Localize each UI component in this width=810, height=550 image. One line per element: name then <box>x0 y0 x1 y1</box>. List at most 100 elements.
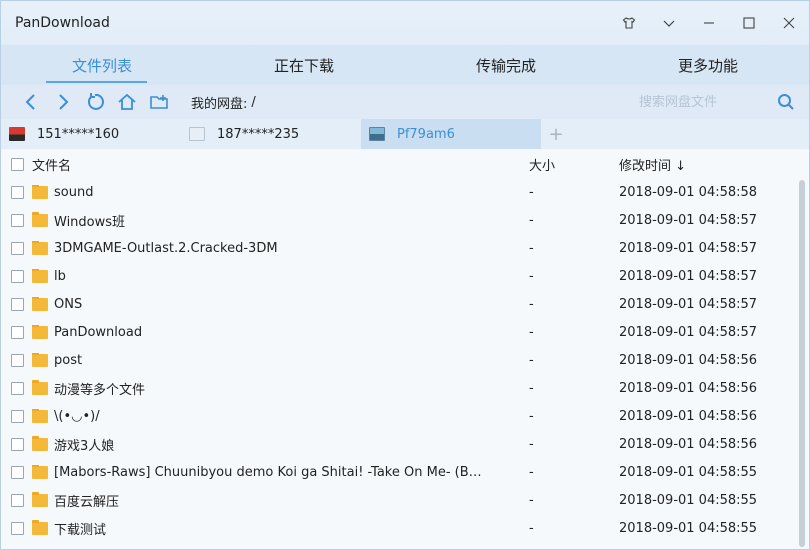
account-bar: 151*****160 187*****235 Pf79am6 + <box>1 119 809 149</box>
minimize-button[interactable] <box>689 1 729 45</box>
minimize-icon <box>704 22 714 24</box>
file-name: sound <box>54 184 94 200</box>
home-button[interactable] <box>111 87 143 117</box>
folder-icon <box>32 491 48 507</box>
row-checkbox[interactable] <box>11 409 24 423</box>
table-row[interactable]: ONS - 2018-09-01 04:58:57 <box>1 290 809 318</box>
tab-downloading[interactable]: 正在下载 <box>203 45 405 85</box>
scrollbar[interactable] <box>799 180 805 547</box>
header-name[interactable]: 文件名 <box>32 155 499 174</box>
file-name-cell: [Mabors-Raws] Chuunibyou demo Koi ga Shi… <box>32 464 499 480</box>
table-row[interactable]: Windows班 - 2018-09-01 04:58:57 <box>1 206 809 234</box>
table-row[interactable]: [Mabors-Raws] Chuunibyou demo Koi ga Shi… <box>1 458 809 486</box>
file-size: - <box>529 380 534 396</box>
file-name-cell: 游戏3人娘 <box>32 435 499 454</box>
file-name-cell: \(•◡•)/ <box>32 408 499 424</box>
row-checkbox[interactable] <box>11 185 24 199</box>
add-account-button[interactable]: + <box>541 119 571 149</box>
folder-icon <box>32 296 48 311</box>
shirt-icon <box>622 17 636 29</box>
tab-file-list[interactable]: 文件列表 <box>1 45 203 85</box>
list-body: sound - 2018-09-01 04:58:58 Windows班 - 2018-0… <box>1 178 809 542</box>
table-row[interactable]: lb - 2018-09-01 04:58:57 <box>1 262 809 290</box>
search-button[interactable] <box>773 89 799 115</box>
file-time: 2018-09-01 04:58:56 <box>619 408 758 424</box>
skin-button[interactable] <box>609 1 649 45</box>
new-folder-icon <box>150 95 168 109</box>
table-row[interactable]: 下载测试 - 2018-09-01 04:58:55 <box>1 514 809 542</box>
home-icon <box>118 93 136 110</box>
account-name: 187*****235 <box>217 126 300 142</box>
row-checkbox[interactable] <box>11 521 24 535</box>
chevron-down-icon <box>663 20 675 27</box>
account-name: Pf79am6 <box>397 126 455 142</box>
row-checkbox[interactable] <box>11 269 24 283</box>
list-header: 文件名 大小 修改时间 ↓ <box>1 150 809 178</box>
back-button[interactable] <box>15 87 47 117</box>
new-folder-button[interactable] <box>143 87 175 117</box>
row-checkbox[interactable] <box>11 297 24 311</box>
file-size: - <box>529 492 534 508</box>
account-tab-1[interactable]: 151*****160 <box>1 119 181 149</box>
account-tab-3[interactable]: Pf79am6 <box>361 119 541 149</box>
tab-completed[interactable]: 传输完成 <box>405 45 607 85</box>
folder-icon <box>32 324 48 339</box>
table-row[interactable]: \(•◡•)/ - 2018-09-01 04:58:56 <box>1 402 809 430</box>
file-size: - <box>529 408 534 424</box>
table-row[interactable]: 游戏3人娘 - 2018-09-01 04:58:56 <box>1 430 809 458</box>
file-name: 动漫等多个文件 <box>54 382 146 398</box>
select-all-checkbox[interactable] <box>11 157 24 171</box>
row-checkbox[interactable] <box>11 465 24 479</box>
close-button[interactable] <box>769 1 809 45</box>
file-time: 2018-09-01 04:58:55 <box>619 464 758 480</box>
header-time[interactable]: 修改时间 ↓ <box>619 155 789 174</box>
tab-label: 文件列表 <box>71 56 132 75</box>
window-title: PanDownload <box>15 15 110 31</box>
row-checkbox[interactable] <box>11 213 24 227</box>
forward-button[interactable] <box>47 87 79 117</box>
folder-icon <box>32 240 48 255</box>
blank-avatar-icon <box>189 127 205 141</box>
file-name-cell: post <box>32 352 499 368</box>
table-row[interactable]: sound - 2018-09-01 04:58:58 <box>1 178 809 206</box>
row-checkbox[interactable] <box>11 325 24 339</box>
file-name: post <box>54 352 83 368</box>
file-time: 2018-09-01 04:58:57 <box>619 212 758 228</box>
folder-icon <box>32 211 48 227</box>
account-tab-2[interactable]: 187*****235 <box>181 119 361 149</box>
file-time: 2018-09-01 04:58:55 <box>619 492 758 508</box>
file-size: - <box>529 212 534 228</box>
file-name: \(•◡•)/ <box>54 408 100 424</box>
path-label: 我的网盘: <box>191 96 248 112</box>
file-name-cell: 动漫等多个文件 <box>32 379 499 398</box>
plus-icon: + <box>548 123 564 145</box>
file-name: ONS <box>54 296 83 312</box>
file-name: PanDownload <box>54 324 143 340</box>
folder-icon <box>32 519 48 535</box>
file-time: 2018-09-01 04:58:56 <box>619 380 758 396</box>
folder-icon <box>32 435 48 451</box>
dropdown-button[interactable] <box>649 1 689 45</box>
table-row[interactable]: 百度云解压 - 2018-09-01 04:58:55 <box>1 486 809 514</box>
table-row[interactable]: post - 2018-09-01 04:58:56 <box>1 346 809 374</box>
header-size[interactable]: 大小 <box>499 155 619 174</box>
table-row[interactable]: 3DMGAME-Outlast.2.Cracked-3DM - 2018-09-01… <box>1 234 809 262</box>
row-checkbox[interactable] <box>11 381 24 395</box>
maximize-button[interactable] <box>729 1 769 45</box>
row-checkbox[interactable] <box>11 353 24 367</box>
folder-icon <box>32 408 48 423</box>
file-size: - <box>529 296 534 312</box>
table-row[interactable]: PanDownload - 2018-09-01 04:58:57 <box>1 318 809 346</box>
file-name-cell: Windows班 <box>32 211 499 230</box>
file-name-cell: 下载测试 <box>32 519 499 538</box>
search-box <box>639 87 799 117</box>
file-size: - <box>529 184 534 200</box>
row-checkbox[interactable] <box>11 493 24 507</box>
refresh-button[interactable] <box>79 87 111 117</box>
row-checkbox[interactable] <box>11 241 24 255</box>
photo-avatar-icon <box>369 127 385 141</box>
search-input[interactable] <box>639 94 773 110</box>
tab-more[interactable]: 更多功能 <box>607 45 809 85</box>
row-checkbox[interactable] <box>11 437 24 451</box>
table-row[interactable]: 动漫等多个文件 - 2018-09-01 04:58:56 <box>1 374 809 402</box>
